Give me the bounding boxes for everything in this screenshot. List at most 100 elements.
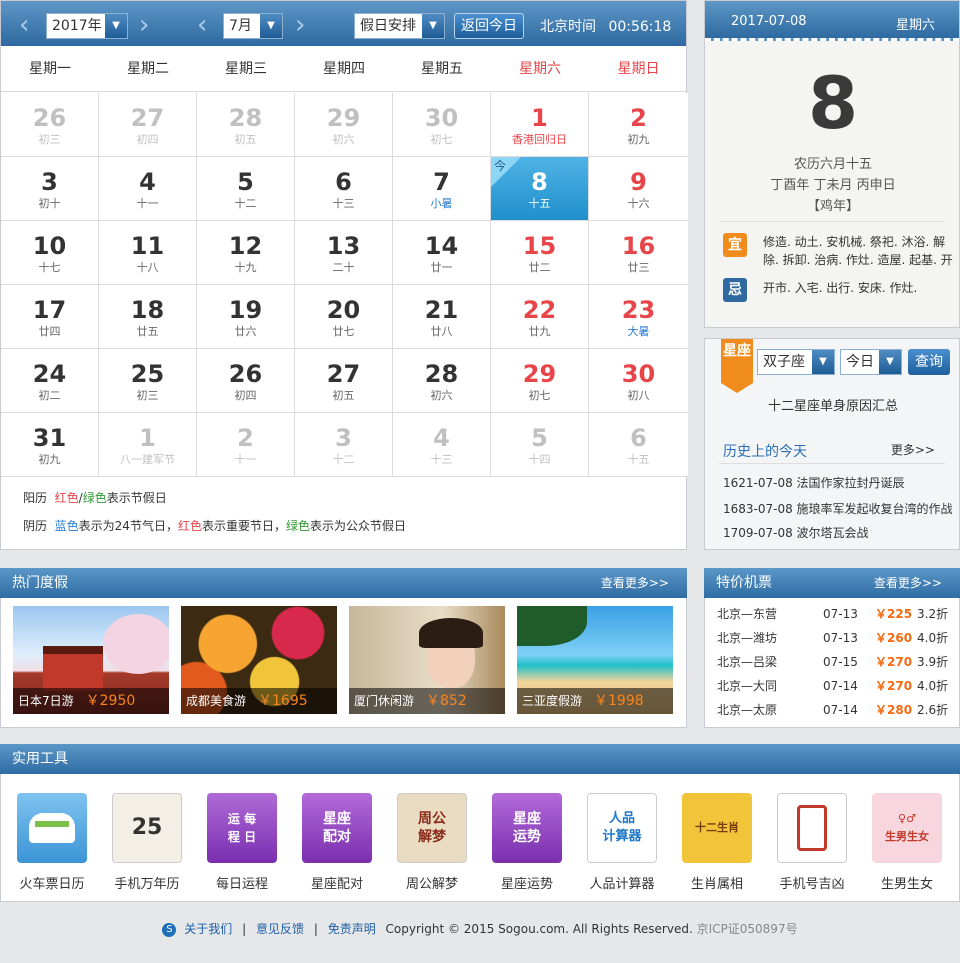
day-cell[interactable]: 28 初五	[197, 93, 295, 157]
day-cell[interactable]: 19 廿六	[197, 285, 295, 349]
about-link[interactable]: 关于我们	[184, 922, 232, 936]
trip-card-japan[interactable]: 日本7日游 ￥2950	[13, 606, 169, 714]
day-cell[interactable]: 5 十二	[197, 157, 295, 221]
month-select[interactable]: 7月 ▼	[223, 13, 283, 39]
day-cell[interactable]: 5 十四	[491, 413, 589, 477]
period-select[interactable]: 今日 ▼	[840, 349, 902, 375]
tool-item[interactable]: 十二生肖 生肖属相	[672, 790, 762, 892]
next-year-icon[interactable]: ›	[139, 10, 149, 40]
tool-item[interactable]: 手机号吉凶	[767, 790, 857, 892]
day-cell[interactable]: 24 初二	[1, 349, 99, 413]
day-cell[interactable]: 20 廿七	[295, 285, 393, 349]
icp-number[interactable]: 京ICP证050897号	[697, 922, 798, 936]
prev-year-icon[interactable]: ‹	[19, 10, 29, 40]
day-cell[interactable]: 7 小暑	[393, 157, 491, 221]
day-cell[interactable]: 12 十九	[197, 221, 295, 285]
day-cell[interactable]: 3 初十	[1, 157, 99, 221]
ticket-row[interactable]: 北京—潍坊 07-13 ￥260 4.0折	[705, 626, 960, 650]
period-select-value: 今日	[846, 354, 874, 370]
day-cell[interactable]: 15 廿二	[491, 221, 589, 285]
ticket-route: 北京—吕梁	[717, 655, 778, 669]
day-cell[interactable]: 6 十五	[589, 413, 688, 477]
day-cell[interactable]: 13 二十	[295, 221, 393, 285]
trip-card-chengdu[interactable]: 成都美食游 ￥1695	[181, 606, 337, 714]
trip-card-sanya[interactable]: 三亚度假游 ￥1998	[517, 606, 673, 714]
tickets-more-link[interactable]: 查看更多>>	[874, 568, 942, 598]
tool-item[interactable]: 25 手机万年历	[102, 790, 192, 892]
lunar-label: 十三	[430, 453, 453, 466]
ticket-row[interactable]: 北京—太原 07-14 ￥280 2.6折	[705, 698, 960, 722]
day-cell[interactable]: 3 十二	[295, 413, 393, 477]
tool-item[interactable]: 周公 解梦 周公解梦	[387, 790, 477, 892]
trip-card-xiamen[interactable]: 厦门休闲游 ￥852	[349, 606, 505, 714]
tool-item[interactable]: ♀♂ 生男生女 生男生女	[862, 790, 952, 892]
day-number: 6	[335, 168, 352, 196]
day-number: 30	[621, 360, 656, 388]
tool-item[interactable]: 运 每 程 日每日运程	[197, 790, 287, 892]
day-cell[interactable]: 22 廿九	[491, 285, 589, 349]
day-cell[interactable]: 27 初五	[295, 349, 393, 413]
chevron-down-icon: ▼	[422, 14, 444, 38]
day-cell[interactable]: 1 八一建军节	[99, 413, 197, 477]
day-cell[interactable]: 11 十八	[99, 221, 197, 285]
day-cell[interactable]: 30 初七	[393, 93, 491, 157]
lunar-label: 初九	[627, 133, 650, 146]
day-cell[interactable]: 29 初七	[491, 349, 589, 413]
lunar-label: 十八	[136, 261, 159, 274]
day-number: 20	[326, 296, 361, 324]
ticket-row[interactable]: 北京—大同 07-14 ￥270 4.0折	[705, 674, 960, 698]
next-month-icon[interactable]: ›	[295, 10, 305, 40]
tool-item[interactable]: 星座 配对 星座配对	[292, 790, 382, 892]
day-cell[interactable]: 2 初九	[589, 93, 688, 157]
hot-more-link[interactable]: 查看更多>>	[601, 568, 669, 598]
tool-item[interactable]: 人品 计算器 人品计算器	[577, 790, 667, 892]
lunar-label: 十二	[332, 453, 355, 466]
sign-select[interactable]: 双子座 ▼	[757, 349, 835, 375]
day-cell[interactable]: 25 初三	[99, 349, 197, 413]
lunar-label: 廿四	[38, 325, 61, 338]
day-cell[interactable]: 29 初六	[295, 93, 393, 157]
lunar-label: 廿三	[627, 261, 650, 274]
history-item[interactable]: 1621-07-08 法国作家拉封丹诞辰	[723, 474, 905, 491]
day-cell[interactable]: 14 廿一	[393, 221, 491, 285]
prev-month-icon[interactable]: ‹	[197, 10, 207, 40]
ticket-row[interactable]: 北京—吕梁 07-15 ￥270 3.9折	[705, 650, 960, 674]
day-cell[interactable]: 30 初八	[589, 349, 688, 413]
day-cell[interactable]: 10 十七	[1, 221, 99, 285]
day-cell[interactable]: 4 十一	[99, 157, 197, 221]
day-cell[interactable]: 23 大暑	[589, 285, 688, 349]
query-button[interactable]: 查询	[908, 349, 950, 375]
day-cell[interactable]: 28 初六	[393, 349, 491, 413]
day-cell[interactable]: 26 初三	[1, 93, 99, 157]
day-cell[interactable]: 16 廿三	[589, 221, 688, 285]
ticket-route: 北京—潍坊	[717, 631, 778, 645]
day-cell[interactable]: 2 十一	[197, 413, 295, 477]
disclaimer-link[interactable]: 免责声明	[328, 922, 376, 936]
history-more-link[interactable]: 更多>>	[891, 441, 935, 458]
ticket-row[interactable]: 北京—东营 07-13 ￥225 3.2折	[705, 602, 960, 626]
history-item[interactable]: 1709-07-08 波尔塔瓦会战	[723, 524, 869, 541]
holiday-select[interactable]: 假日安排 ▼	[354, 13, 445, 39]
horoscope-headline[interactable]: 十二星座单身原因汇总	[705, 395, 960, 414]
tool-item[interactable]: 火车票日历	[7, 790, 97, 892]
day-cell[interactable]: 17 廿四	[1, 285, 99, 349]
lunar-label: 十五	[627, 453, 650, 466]
day-cell[interactable]: 21 廿八	[393, 285, 491, 349]
tool-item[interactable]: 星座 运势 星座运势	[482, 790, 572, 892]
year-select[interactable]: 2017年 ▼	[46, 13, 128, 39]
history-item[interactable]: 1683-07-08 施琅率军发起收复台湾的作战	[723, 500, 953, 517]
day-cell[interactable]: 18 廿五	[99, 285, 197, 349]
day-cell[interactable]: 6 十三	[295, 157, 393, 221]
feedback-link[interactable]: 意见反馈	[256, 922, 304, 936]
day-cell[interactable]: 今 8 十五	[491, 157, 589, 221]
day-cell[interactable]: 4 十三	[393, 413, 491, 477]
back-to-today-button[interactable]: 返回今日	[454, 13, 524, 39]
day-cell[interactable]: 27 初四	[99, 93, 197, 157]
day-cell[interactable]: 26 初四	[197, 349, 295, 413]
ticket-disc: 4.0折	[917, 631, 949, 645]
day-cell[interactable]: 31 初九	[1, 413, 99, 477]
day-cell[interactable]: 9 十六	[589, 157, 688, 221]
history-title[interactable]: 历史上的今天	[723, 441, 807, 461]
day-cell[interactable]: 1 香港回归日	[491, 93, 589, 157]
calendar-panel: ‹ 2017年 ▼ › ‹ 7月 ▼ › 假日安排 ▼ 返回今日 北京时间 00…	[0, 0, 688, 550]
